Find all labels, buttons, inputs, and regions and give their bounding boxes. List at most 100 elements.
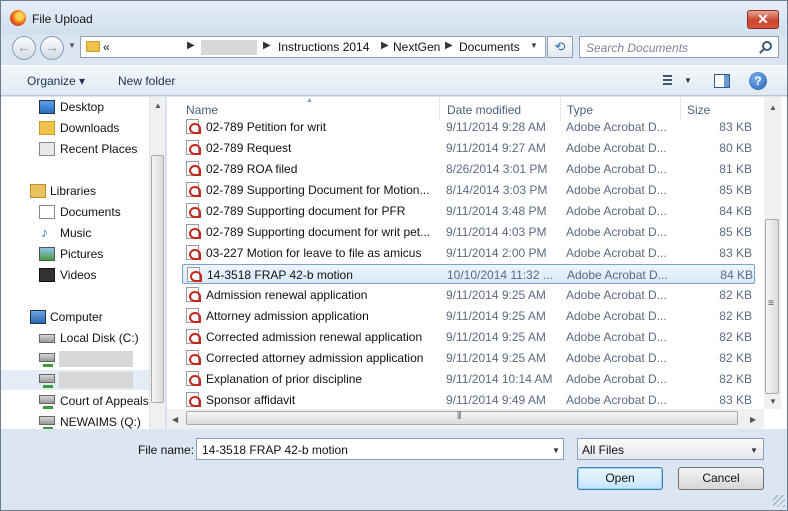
file-size: 81 KB	[719, 162, 752, 176]
nav-item-videos[interactable]: Videos	[1, 265, 149, 285]
search-input[interactable]: Search Documents	[579, 36, 779, 58]
file-row[interactable]: Explanation of prior discipline 9/11/2014…	[182, 369, 755, 389]
nav-item-label: Local Disk (C:)	[60, 331, 139, 345]
pdf-file-icon	[186, 224, 201, 239]
file-row[interactable]: 02-789 ROA filed 8/26/2014 3:01 PM Adobe A…	[182, 159, 755, 179]
breadcrumb-separator[interactable]: ▶	[263, 40, 271, 51]
nav-item-computer[interactable]: Computer	[1, 307, 149, 327]
file-name-dropdown-arrow[interactable]: ▼	[552, 446, 560, 455]
nav-item-libraries[interactable]: Libraries	[1, 181, 149, 201]
file-type: Adobe Acrobat D...	[566, 225, 667, 239]
file-name: 03-227 Motion for leave to file as amicu…	[206, 246, 422, 260]
help-icon[interactable]: ?	[749, 72, 767, 90]
file-row[interactable]: 02-789 Supporting Document for Motion...…	[182, 180, 755, 200]
nav-item-desktop[interactable]: Desktop	[1, 97, 149, 117]
file-type: Adobe Acrobat D...	[566, 351, 667, 365]
file-name: 02-789 Supporting document for PFR	[206, 204, 406, 218]
refresh-button[interactable]: ⟲	[547, 36, 573, 58]
nav-item-network-drive-redacted[interactable]	[1, 349, 149, 369]
address-dropdown[interactable]: ▼	[530, 41, 538, 50]
scroll-down-arrow[interactable]: ▼	[769, 397, 777, 406]
file-name: Admission renewal application	[206, 288, 368, 302]
file-name-input[interactable]: 14-3518 FRAP 42-b motion ▼	[196, 438, 564, 460]
nav-item-label: NEWAIMS (Q:)	[60, 415, 141, 429]
title-bar[interactable]: File Upload ✕	[1, 1, 787, 35]
nav-item-label: Pictures	[60, 247, 104, 261]
horizontal-scroll-thumb[interactable]	[186, 411, 738, 425]
breadcrumb-nextgen[interactable]: NextGen	[393, 40, 440, 54]
nav-item-downloads[interactable]: Downloads	[1, 118, 149, 138]
file-date-modified: 9/11/2014 4:03 PM	[446, 225, 547, 239]
file-type: Adobe Acrobat D...	[566, 393, 667, 407]
file-row[interactable]: Attorney admission application 9/11/2014 …	[182, 306, 755, 326]
new-folder-button[interactable]: New folder	[118, 74, 175, 88]
file-type-dropdown-arrow[interactable]: ▼	[750, 446, 758, 455]
file-type-select[interactable]: All Files ▼	[577, 438, 764, 460]
open-button[interactable]: Open	[577, 467, 663, 490]
file-row[interactable]: Sponsor affidavit 9/11/2014 9:49 AM Adobe …	[182, 390, 755, 410]
column-header-label: Date modified	[447, 103, 522, 117]
file-date-modified: 9/11/2014 9:25 AM	[446, 309, 546, 323]
file-size: 85 KB	[719, 183, 752, 197]
nav-item-local-disk[interactable]: Local Disk (C:)	[1, 328, 149, 348]
nav-item-music[interactable]: ♪ Music	[1, 223, 149, 243]
file-row[interactable]: Admission renewal application 9/11/2014 9…	[182, 285, 755, 305]
nav-item-newaims[interactable]: NEWAIMS (Q:)	[1, 412, 149, 429]
nav-item-pictures[interactable]: Pictures	[1, 244, 149, 264]
scroll-right-arrow[interactable]: ▶	[750, 415, 756, 424]
file-type-value: All Files	[582, 443, 625, 457]
recent-pages-dropdown[interactable]: ▼	[68, 41, 76, 50]
file-date-modified: 9/11/2014 9:49 AM	[446, 393, 546, 407]
file-row[interactable]: 03-227 Motion for leave to file as amicu…	[182, 243, 755, 263]
redacted-drive-label	[59, 351, 133, 367]
file-type: Adobe Acrobat D...	[567, 268, 668, 282]
file-date-modified: 9/11/2014 9:27 AM	[446, 141, 546, 155]
scroll-up-arrow[interactable]: ▲	[769, 103, 777, 112]
scroll-left-arrow[interactable]: ◀	[172, 415, 178, 424]
file-name: 14-3518 FRAP 42-b motion	[207, 268, 353, 282]
nav-item-recent-places[interactable]: Recent Places	[1, 139, 149, 159]
documents-library-icon	[39, 205, 55, 219]
file-size: 85 KB	[719, 225, 752, 239]
view-options-dropdown[interactable]: ▼	[684, 76, 692, 85]
file-date-modified: 9/11/2014 9:25 AM	[446, 330, 546, 344]
forward-button[interactable]: →	[40, 36, 64, 60]
nav-item-documents[interactable]: Documents	[1, 202, 149, 222]
nav-scroll-up-arrow[interactable]: ▲	[154, 101, 162, 110]
change-view-icon[interactable]	[663, 75, 672, 87]
breadcrumb-separator[interactable]: ▶	[187, 40, 195, 51]
cancel-button[interactable]: Cancel	[678, 467, 764, 490]
nav-scroll-thumb[interactable]	[151, 155, 164, 403]
vertical-scroll-thumb[interactable]	[765, 219, 779, 394]
address-bar[interactable]: « ▶ ▶ Instructions 2014 ▶ NextGen ▶ Docu…	[80, 36, 546, 58]
file-row[interactable]: 02-789 Supporting document for writ pet.…	[182, 222, 755, 242]
file-row[interactable]: Corrected admission renewal application 9…	[182, 327, 755, 347]
file-date-modified: 9/11/2014 2:00 PM	[446, 246, 547, 260]
breadcrumb-documents[interactable]: Documents	[459, 40, 520, 54]
close-button[interactable]: ✕	[747, 10, 779, 29]
redacted-drive-label	[59, 372, 133, 388]
file-row[interactable]: 02-789 Supporting document for PFR 9/11/2…	[182, 201, 755, 221]
back-button[interactable]: ←	[12, 36, 36, 60]
file-row-selected[interactable]: 14-3518 FRAP 42-b motion 10/10/2014 11:32…	[182, 264, 755, 284]
breadcrumb-overflow[interactable]: «	[103, 40, 110, 54]
nav-item-network-drive-redacted-selected[interactable]	[1, 370, 149, 390]
file-row[interactable]: 02-789 Petition for writ 9/11/2014 9:28 A…	[182, 117, 755, 137]
breadcrumb-separator[interactable]: ▶	[445, 40, 453, 51]
pdf-file-icon	[186, 392, 201, 407]
breadcrumb-instructions-2014[interactable]: Instructions 2014	[278, 40, 369, 54]
preview-pane-icon[interactable]	[714, 74, 730, 88]
pdf-file-icon	[186, 308, 201, 323]
pdf-file-icon	[187, 267, 202, 282]
file-list-pane: ▲ Name Date modified Type Size 02-789 Pe…	[167, 97, 787, 429]
resize-grip[interactable]	[773, 495, 785, 507]
redacted-breadcrumb	[201, 40, 257, 55]
recent-places-icon	[39, 142, 55, 156]
search-icon[interactable]	[762, 41, 772, 51]
file-row[interactable]: 02-789 Request 9/11/2014 9:27 AM Adobe Acr…	[182, 138, 755, 158]
nav-item-court-of-appeals[interactable]: Court of Appeals	[1, 391, 149, 411]
breadcrumb-separator[interactable]: ▶	[381, 40, 389, 51]
file-row[interactable]: Corrected attorney admission application…	[182, 348, 755, 368]
file-name-value[interactable]: 14-3518 FRAP 42-b motion	[202, 443, 348, 457]
organize-button[interactable]: Organize ▾	[27, 74, 85, 88]
